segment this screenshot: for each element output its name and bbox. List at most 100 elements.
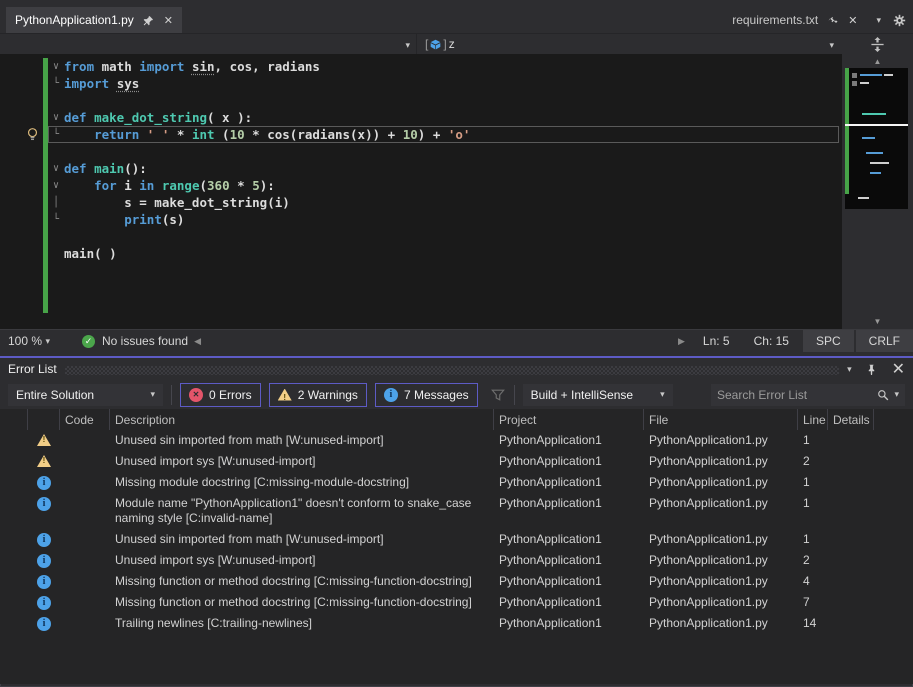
outline-glyph[interactable]: ∨ [48,58,64,75]
window-position-chevron-icon[interactable]: ▾ [847,364,852,375]
horizontal-scrollbar[interactable]: ◀ ▶ [188,330,691,352]
cell-description: Missing module docstring [C:missing-modu… [110,472,494,493]
filter-icon[interactable] [490,387,506,403]
cell-line: 2 [798,451,828,472]
code-line[interactable]: └ print(s) [48,211,839,228]
close-panel-icon[interactable]: ✕ [892,359,905,379]
error-row[interactable]: Unused import sys [W:unused-import]Pytho… [0,550,913,571]
tab-list-chevron-icon[interactable]: ▾ [876,15,881,26]
outline-glyph[interactable]: ∨ [48,109,64,126]
info-icon [37,575,51,589]
navigation-bar: ▾ [ ] z ▾ [0,33,913,54]
cell-line: 1 [798,529,828,550]
issues-message: No issues found [102,334,188,348]
pin-icon[interactable] [141,12,157,28]
code-line[interactable]: └import sys [48,75,839,92]
cell-description: Module name "PythonApplication1" doesn't… [110,493,494,529]
error-row[interactable]: Missing module docstring [C:missing-modu… [0,472,913,493]
cell-line: 2 [798,550,828,571]
code-line[interactable]: ∨def make_dot_string( x ): [48,109,839,126]
cell-project: PythonApplication1 [494,571,644,592]
scope-dropdown[interactable]: Entire Solution ▾ [8,384,163,406]
outline-glyph[interactable]: ∨ [48,160,64,177]
gear-icon[interactable] [891,12,907,28]
column-header-description[interactable]: Description [110,409,494,430]
error-row[interactable]: Unused sin imported from math [W:unused-… [0,430,913,451]
column-header-details[interactable]: Details [828,409,874,430]
grid-header-row: Code Description Project File Line Detai… [0,409,913,430]
scroll-down-icon[interactable]: ▼ [842,317,913,326]
close-tab-icon[interactable]: ✕ [848,14,857,27]
cell-line: 14 [798,613,828,634]
issues-status: ✓ No issues found [58,334,188,348]
column-header-code[interactable]: Code [60,409,110,430]
zoom-selector[interactable]: 100 % ▾ [0,330,58,352]
tab-pythonapplication1[interactable]: PythonApplication1.py ✕ [6,7,182,33]
scroll-left-icon[interactable]: ◀ [188,336,207,347]
scroll-up-icon[interactable]: ▲ [842,57,913,66]
type-dropdown[interactable]: ▾ [0,34,417,54]
cell-description: Unused import sys [W:unused-import] [110,451,494,472]
cell-line: 1 [798,472,828,493]
cell-file: PythonApplication1.py [644,613,798,634]
code-line[interactable] [48,92,839,109]
cell-project: PythonApplication1 [494,529,644,550]
error-list-title-bar[interactable]: Error List ▾ ✕ [0,358,913,380]
error-row[interactable]: Module name "PythonApplication1" doesn't… [0,493,913,529]
info-icon [384,388,398,402]
check-icon: ✓ [82,335,95,348]
member-dropdown[interactable]: [ ] z ▾ [417,34,842,54]
messages-filter-button[interactable]: 7 Messages [375,383,478,407]
search-box[interactable]: ▾ [711,384,905,406]
code-line[interactable]: └ return ' ' * int (10 * cos(radians(x))… [48,126,839,143]
errors-filter-button[interactable]: 0 Errors [180,383,261,407]
cell-description: Missing function or method docstring [C:… [110,592,494,613]
error-row[interactable]: Missing function or method docstring [C:… [0,571,913,592]
column-header-file[interactable]: File [644,409,798,430]
info-icon [37,617,51,631]
spaces-indicator[interactable]: SPC [803,330,854,352]
close-tab-icon[interactable]: ✕ [164,14,173,27]
code-line[interactable]: ∨def main(): [48,160,839,177]
outline-glyph[interactable]: ∨ [48,177,64,194]
tab-label: requirements.txt [732,13,818,27]
warnings-filter-button[interactable]: 2 Warnings [269,383,367,407]
search-input[interactable] [717,388,872,402]
search-options-chevron-icon[interactable]: ▾ [894,389,899,400]
column-header-line[interactable]: Line [798,409,828,430]
cell-file: PythonApplication1.py [644,571,798,592]
cell-description: Missing function or method docstring [C:… [110,571,494,592]
tab-requirements[interactable]: requirements.txt ✕ [723,7,866,33]
chevron-down-icon: ▾ [140,389,155,400]
keep-open-icon[interactable] [825,12,841,28]
code-line[interactable]: main( ) [48,245,839,262]
editor-splitter-handle[interactable] [842,34,913,54]
cell-project: PythonApplication1 [494,550,644,571]
lightbulb-icon[interactable] [25,127,40,142]
error-row[interactable]: Unused import sys [W:unused-import]Pytho… [0,451,913,472]
code-line[interactable] [48,143,839,160]
error-row[interactable]: Missing function or method docstring [C:… [0,592,913,613]
cell-project: PythonApplication1 [494,451,644,472]
code-line[interactable]: ∨from math import sin, cos, radians [48,58,839,75]
pin-icon[interactable] [864,361,880,377]
error-row[interactable]: Unused sin imported from math [W:unused-… [0,529,913,550]
code-line[interactable] [48,228,839,245]
error-row[interactable]: Trailing newlines [C:trailing-newlines]P… [0,613,913,634]
outline-glyph [48,245,64,262]
info-icon [37,476,51,490]
cell-project: PythonApplication1 [494,430,644,451]
code-line[interactable]: ∨ for i in range(360 * 5): [48,177,839,194]
cell-description: Unused sin imported from math [W:unused-… [110,430,494,451]
code-line[interactable]: │ s = make_dot_string(i) [48,194,839,211]
source-dropdown[interactable]: Build + IntelliSense ▾ [523,384,673,406]
column-header-project[interactable]: Project [494,409,644,430]
minimap[interactable] [845,68,908,209]
code-editor[interactable]: ∨from math import sin, cos, radians└impo… [0,54,913,329]
cell-line: 1 [798,430,828,451]
outline-glyph [48,228,64,245]
eol-indicator[interactable]: CRLF [856,330,913,352]
cell-line: 1 [798,493,828,529]
vertical-scrollbar-minimap[interactable]: ▲ ▼ [842,54,913,329]
scroll-right-icon[interactable]: ▶ [672,336,691,347]
